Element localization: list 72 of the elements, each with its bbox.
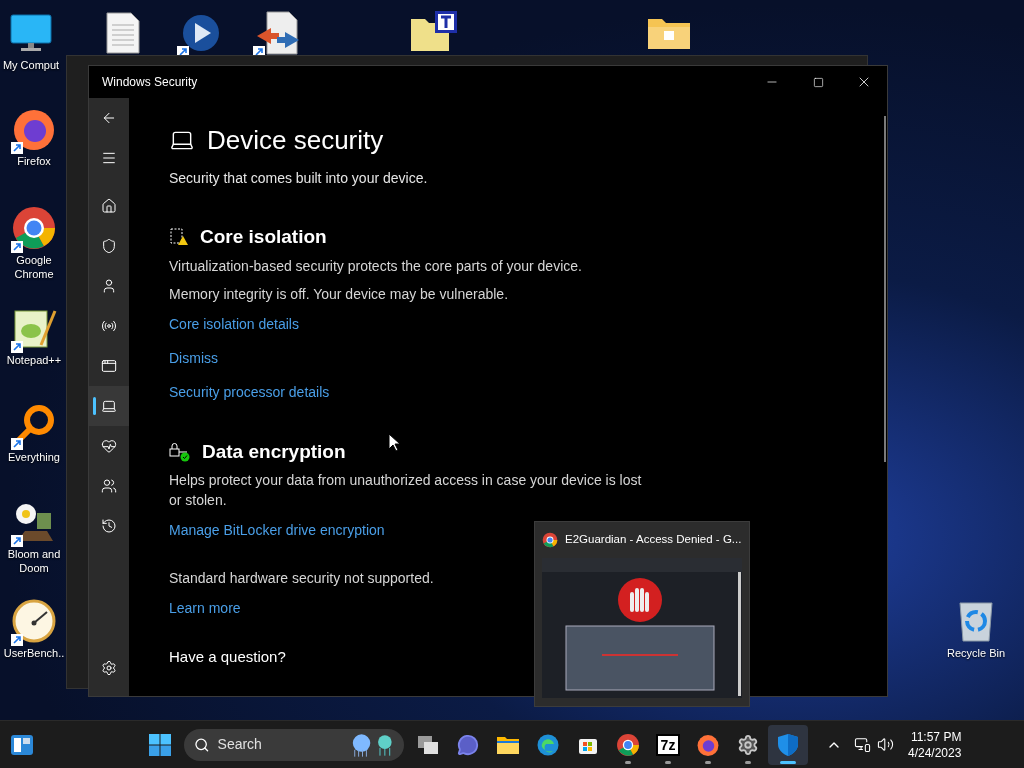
home-icon — [101, 198, 117, 214]
desktop-icon-label[interactable]: Notepad++ — [6, 353, 62, 367]
menu-icon — [101, 150, 117, 166]
desktop-icon-label[interactable]: Recycle Bin — [946, 646, 1006, 660]
maximize-icon — [812, 76, 824, 88]
volume-icon — [877, 736, 894, 753]
lock-check-icon — [169, 441, 191, 462]
windows-logo-icon — [149, 733, 171, 756]
section-link[interactable]: Dismiss — [169, 349, 218, 366]
recycle-bin-icon — [956, 599, 996, 643]
search-icon — [194, 736, 210, 753]
family-icon — [101, 478, 117, 494]
section-text: Helps protect your data from unauthorized access in case your device is lost or stolen. — [169, 471, 643, 510]
desktop-icon-label[interactable]: Firefox — [17, 154, 51, 168]
section-link[interactable]: Security processor details — [169, 383, 330, 400]
clock-time[interactable]: 11:57 PM — [910, 728, 962, 745]
desktop-icon-label[interactable]: UserBench.. — [3, 646, 65, 660]
task-view-icon — [416, 733, 440, 756]
desktop-icon-label[interactable]: Bloom and Doom — [3, 547, 65, 575]
document-icon — [105, 11, 141, 55]
section-heading: Data encryption — [202, 439, 346, 464]
account-icon — [101, 278, 117, 294]
running-indicator — [780, 760, 796, 764]
gauge-icon — [11, 598, 57, 644]
desktop-icon-label[interactable]: My Comput — [2, 58, 60, 72]
folder-icon — [409, 9, 459, 53]
shield-icon — [101, 238, 117, 254]
app-icon — [101, 358, 117, 374]
running-indicator — [705, 760, 711, 764]
running-indicator — [625, 760, 631, 764]
chip-warning-icon — [169, 227, 189, 248]
network-icon — [854, 736, 871, 753]
settings-icon — [101, 660, 117, 676]
section-link[interactable]: Learn more — [169, 600, 241, 616]
chat-icon — [457, 733, 479, 756]
page-subtitle: Security that comes built into your device. — [169, 169, 429, 188]
search-input[interactable]: Search — [217, 734, 338, 755]
network-icon — [101, 318, 117, 334]
preview-title: E2Guardian - Access Denied - G... — [565, 532, 742, 548]
desktop-icon-label[interactable]: Everything — [8, 450, 60, 464]
device-nav-item[interactable] — [89, 386, 129, 426]
section-link[interactable]: Core isolation details — [169, 315, 299, 332]
desktop-icon-label[interactable]: Google Chrome — [3, 253, 65, 281]
monitor-icon — [9, 13, 53, 53]
mouse-cursor-icon — [388, 433, 400, 452]
selection-indicator — [93, 397, 96, 415]
back-icon — [101, 110, 117, 126]
health-icon — [101, 438, 117, 454]
running-indicator — [665, 760, 671, 764]
chrome-icon — [11, 205, 57, 251]
section-link[interactable]: Manage BitLocker drive encryption — [169, 522, 385, 538]
gear-icon — [737, 733, 759, 756]
section-text: Standard hardware security not supported. — [169, 569, 435, 588]
section-heading: Core isolation — [200, 225, 327, 249]
edge-icon — [536, 732, 560, 757]
widgets-icon — [10, 733, 34, 756]
taskbar-app-button[interactable] — [768, 724, 808, 765]
section-text: Virtualization-based security protects the core parts of your device. — [169, 256, 583, 276]
history-icon — [101, 518, 117, 534]
section-text: Memory integrity is off. Your device may be vulnerable. — [169, 284, 510, 304]
firefox-icon — [696, 732, 720, 757]
section-heading: Have a question? — [169, 647, 287, 667]
chrome-icon — [542, 532, 558, 548]
window-title: Windows Security — [102, 74, 198, 91]
7zip-taskbar-button[interactable]: 7z — [648, 724, 688, 765]
search-field[interactable]: Search — [184, 728, 404, 761]
page-title: Device security — [207, 124, 384, 156]
chrome-icon — [616, 732, 640, 757]
shield-icon — [777, 732, 799, 757]
clock-date[interactable]: 4/24/2023 — [908, 744, 962, 761]
device-icon — [101, 398, 117, 414]
running-indicator — [745, 760, 751, 764]
